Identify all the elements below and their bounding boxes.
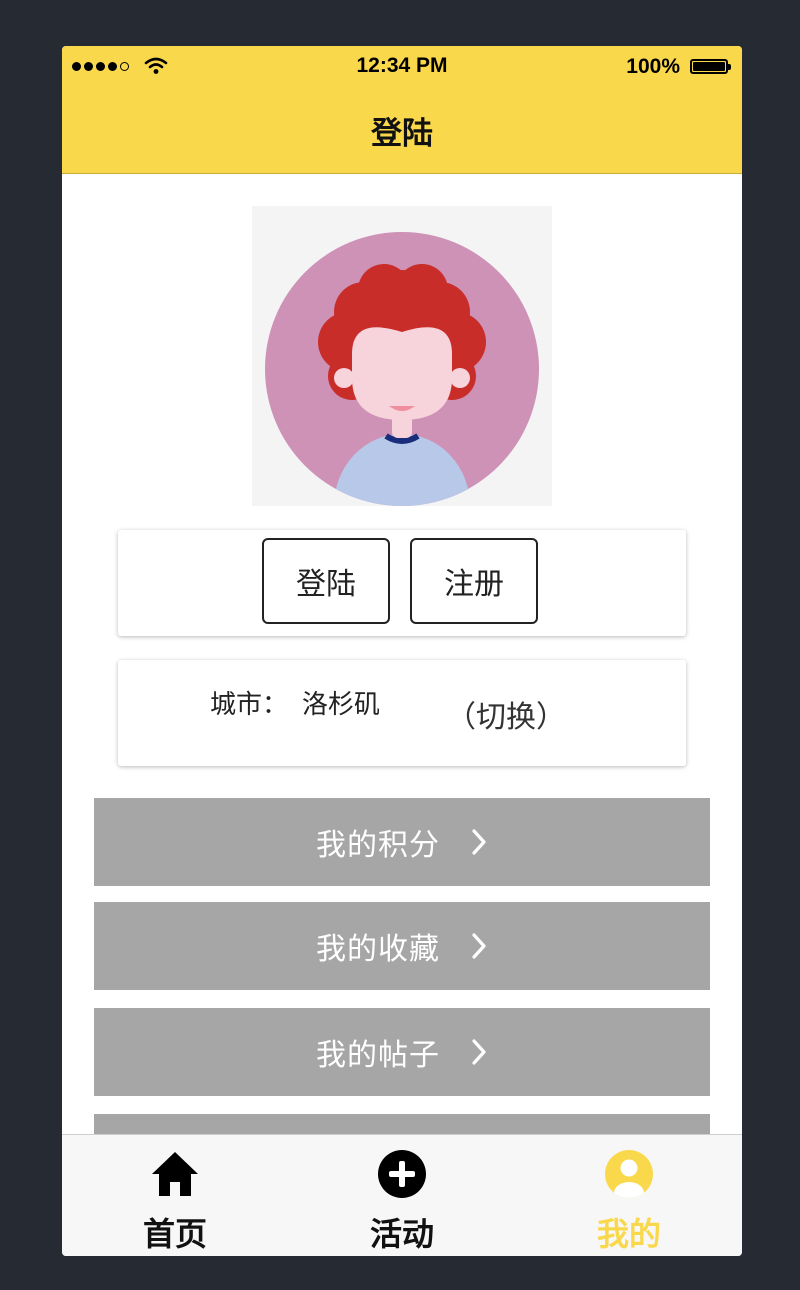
tab-label: 我的 — [596, 1215, 661, 1253]
tab-label: 活动 — [369, 1215, 434, 1253]
register-button[interactable]: 注册 — [410, 538, 538, 624]
city-card: 城市： 洛杉矶 （切换） — [118, 660, 686, 766]
battery-icon — [690, 59, 731, 74]
add-circle-icon — [377, 1149, 427, 1199]
app-header: 12:34 PM 100% 登陆 — [62, 46, 742, 174]
user-circle-icon — [604, 1149, 654, 1199]
city-name: 洛杉矶 — [302, 690, 381, 720]
city-switch-link[interactable]: （切换） — [446, 692, 566, 736]
menu-item-points[interactable]: 我的积分 — [94, 798, 710, 886]
menu-item-posts[interactable]: 我的帖子 — [94, 1008, 710, 1096]
tab-home[interactable]: 首页 — [62, 1135, 288, 1256]
chevron-right-icon — [470, 1038, 488, 1066]
tab-mine[interactable]: 我的 — [516, 1135, 742, 1256]
menu-item-favorites[interactable]: 我的收藏 — [94, 902, 710, 990]
city-label: 城市： — [210, 690, 289, 720]
avatar — [252, 206, 552, 506]
chevron-right-icon — [470, 932, 488, 960]
menu-item-label: 我的帖子 — [316, 1038, 440, 1073]
tab-label: 首页 — [142, 1215, 207, 1253]
menu-item-label: 我的积分 — [316, 828, 440, 863]
menu-item-label: 我的收藏 — [316, 932, 440, 967]
chevron-right-icon — [470, 828, 488, 856]
login-button[interactable]: 登陆 — [262, 538, 390, 624]
tab-bar: 首页 活动 我的 — [62, 1134, 742, 1256]
auth-card: 登陆 注册 — [118, 530, 686, 636]
tab-activity[interactable]: 活动 — [289, 1135, 515, 1256]
battery-percent: 100% — [626, 55, 680, 78]
phone-screen: 12:34 PM 100% 登陆 登陆 注册 城市： 洛杉矶 （切换） 我的积分… — [62, 46, 742, 1256]
page-title: 登陆 — [371, 116, 433, 152]
home-icon — [150, 1149, 200, 1199]
status-bar: 12:34 PM 100% — [62, 46, 742, 90]
